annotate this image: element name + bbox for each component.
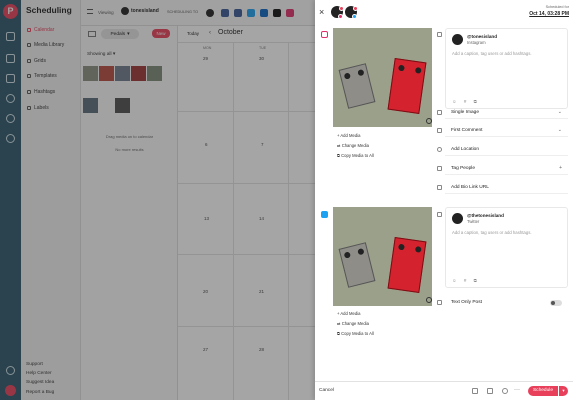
plus-icon: + (559, 165, 562, 171)
instagram-post-card: @tonesisland Instagram Add a caption, ta… (445, 28, 568, 109)
scheduled-date-link[interactable]: Oct 14, 03:28 PM (529, 11, 569, 17)
text-only-option: Text Only Post (445, 296, 568, 309)
text-only-toggle[interactable] (550, 299, 562, 306)
image-type-icon (437, 110, 442, 115)
account-handle: @thetonesisland (467, 213, 504, 218)
account-avatar (452, 213, 463, 224)
caption-icon (437, 212, 442, 217)
red-pedal (387, 237, 427, 293)
modal-backdrop[interactable] (0, 0, 315, 400)
schedule-button[interactable]: Schedule (528, 386, 558, 396)
account-avatar (452, 34, 463, 45)
chevron-down-icon: ⌄ (557, 127, 562, 133)
first-comment-option[interactable]: First Comment ⌄ (445, 124, 568, 137)
add-media-link[interactable]: + Add Media (337, 133, 360, 138)
chevron-down-icon: ⌄ (557, 109, 562, 115)
twitter-icon (321, 211, 328, 218)
caption-input[interactable]: Add a caption, tag users or add hashtags… (452, 230, 532, 235)
network-name: Twitter (467, 219, 480, 224)
edit-image-icon[interactable] (426, 297, 432, 303)
link-icon (437, 185, 442, 190)
tag-people-icon (437, 166, 442, 171)
composer-footer: Cancel ··· Schedule ▾ (315, 381, 573, 400)
caption-tools[interactable]: ☺ # ⧉ (452, 278, 480, 283)
network-name: Instagram (467, 40, 486, 45)
copy-media-link[interactable]: ⧉ Copy Media to All (337, 331, 374, 336)
tag-people-option[interactable]: Tag People + (445, 162, 568, 175)
tag-icon[interactable] (472, 388, 478, 394)
change-media-link[interactable]: ⇄ Change Media (337, 143, 369, 148)
remove-badge-icon[interactable] (339, 6, 344, 11)
scheduled-for-label: Scheduled for (545, 5, 569, 9)
phone-preview-icon[interactable] (487, 388, 493, 394)
instagram-icon (321, 31, 328, 38)
single-image-dropdown[interactable]: Single Image ⌄ (445, 106, 568, 119)
add-location-option[interactable]: Add Location (445, 143, 568, 156)
account-handle: @tonesisland (467, 34, 498, 39)
close-icon[interactable]: × (319, 7, 324, 17)
location-icon (437, 147, 442, 152)
schedule-options-icon[interactable]: ▾ (559, 386, 568, 396)
comment-icon[interactable] (502, 388, 508, 394)
grey-pedal (338, 242, 376, 288)
bio-link-option[interactable]: Add Bio Link URL (445, 181, 568, 194)
remove-badge-icon[interactable] (353, 6, 358, 11)
twitter-post-card: @thetonesisland Twitter Add a caption, t… (445, 207, 568, 288)
comment-icon (437, 128, 442, 133)
caption-tools[interactable]: ☺ # ⧉ (452, 99, 480, 104)
post-composer-panel: × Scheduled for Oct 14, 03:28 PM + Add M… (315, 0, 573, 400)
copy-media-link[interactable]: ⧉ Copy Media to All (337, 153, 374, 158)
edit-image-icon[interactable] (426, 118, 432, 124)
change-media-link[interactable]: ⇄ Change Media (337, 321, 369, 326)
grey-pedal (338, 63, 376, 109)
caption-icon (437, 32, 442, 37)
caption-input[interactable]: Add a caption, tag users or add hashtags… (452, 51, 532, 56)
add-media-link[interactable]: + Add Media (337, 311, 360, 316)
red-pedal (387, 58, 427, 114)
twitter-icon (352, 14, 357, 19)
instagram-icon (338, 14, 343, 19)
more-icon[interactable]: ··· (514, 387, 520, 393)
post-image[interactable] (333, 207, 432, 306)
post-image[interactable] (333, 28, 432, 127)
text-icon (437, 300, 442, 305)
cancel-button[interactable]: Cancel (319, 388, 334, 393)
